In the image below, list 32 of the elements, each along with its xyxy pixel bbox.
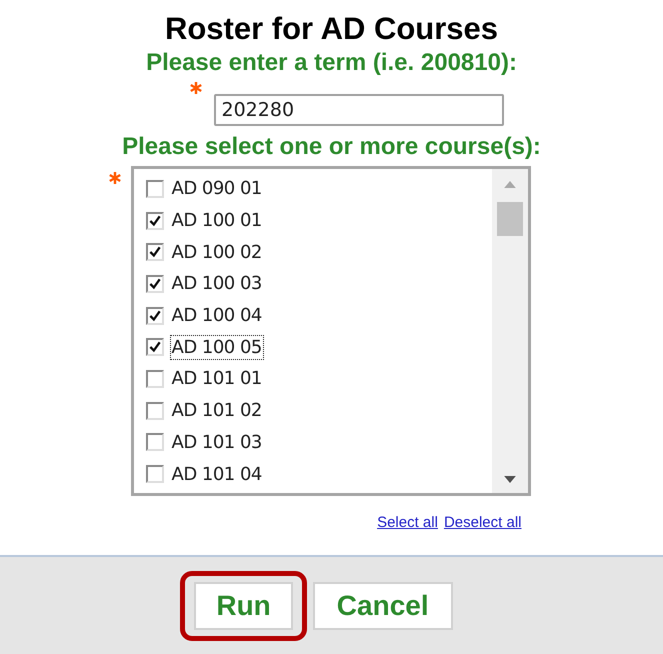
scrollbar[interactable]: [492, 169, 528, 493]
term-input-field[interactable]: 202280: [214, 94, 504, 126]
scroll-thumb[interactable]: [496, 202, 522, 236]
checkbox[interactable]: [146, 465, 164, 484]
page-title: Roster for AD Courses: [164, 10, 498, 48]
course-option[interactable]: AD 101 03: [170, 430, 264, 455]
course-option[interactable]: AD 101 02: [170, 398, 264, 424]
course-option[interactable]: AD 101 01: [170, 366, 264, 392]
checkbox[interactable]: [146, 306, 164, 325]
field-label: Please select one or more course(s):: [122, 132, 541, 162]
checkbox[interactable]: [146, 402, 164, 420]
scroll-down-icon[interactable]: [504, 476, 516, 483]
course-option[interactable]: AD 100 01: [170, 208, 264, 234]
select-link[interactable]: Deselect all: [444, 514, 522, 531]
course-option[interactable]: AD 100 04: [170, 303, 264, 328]
select-link[interactable]: Select all: [377, 514, 438, 531]
course-option[interactable]: AD 100 03: [170, 271, 264, 296]
course-option[interactable]: AD 101 04: [170, 462, 264, 487]
field-label: Please enter a term (i.e. 200810):: [146, 48, 517, 78]
checkbox[interactable]: [146, 243, 164, 262]
course-option[interactable]: AD 100 02: [170, 240, 264, 265]
course-option[interactable]: AD 100 05: [170, 334, 264, 360]
checkbox[interactable]: [146, 180, 164, 198]
form-button[interactable]: Cancel: [312, 582, 453, 630]
checkbox[interactable]: [146, 338, 164, 356]
checkbox[interactable]: [146, 433, 164, 452]
course-option[interactable]: AD 090 01: [170, 176, 264, 202]
form-button[interactable]: Run: [194, 582, 293, 630]
checkbox[interactable]: [146, 370, 164, 388]
checkbox[interactable]: [146, 274, 164, 293]
checkbox[interactable]: [146, 212, 164, 230]
scroll-up-icon[interactable]: [504, 181, 516, 188]
